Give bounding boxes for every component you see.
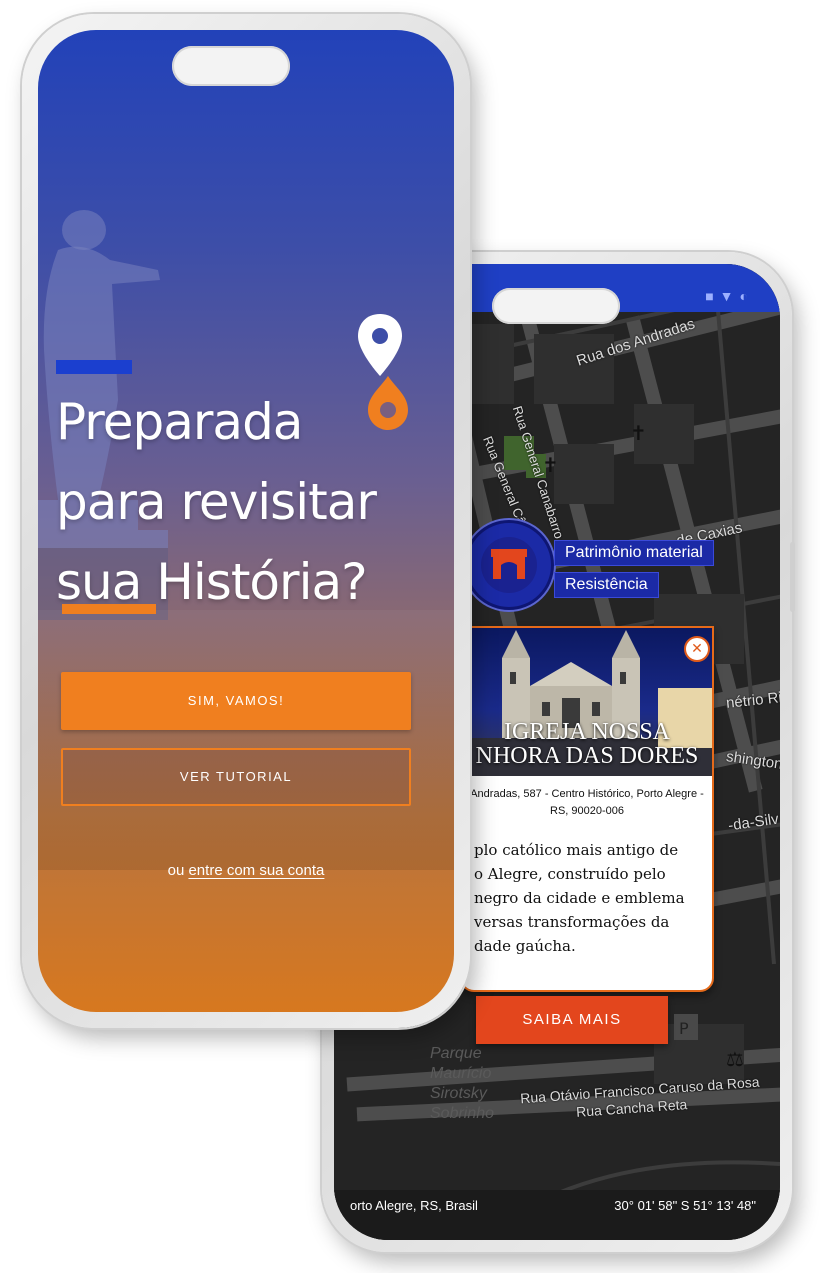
- place-description: plo católico mais antigo de o Alegre, co…: [474, 841, 685, 955]
- place-title: IGREJA NOSSA NHORA DAS DORES: [462, 720, 712, 768]
- park-label: Parque Maurício Sirotsky Sobrinho: [430, 1045, 495, 1122]
- headline: Preparada para revisitar sua História?: [56, 382, 446, 622]
- category-tag-heritage[interactable]: Patrimônio material: [554, 540, 714, 566]
- front-phone-notch: [172, 46, 290, 86]
- location-label: orto Alegre, RS, Brasil: [350, 1198, 478, 1213]
- place-title-line2: NHORA DAS DORES: [475, 743, 699, 769]
- login-prefix: ou: [167, 862, 189, 879]
- accent-bar-blue: [56, 360, 132, 374]
- coordinates-label: 30° 01' 58" S 51° 13' 48": [614, 1198, 756, 1213]
- close-icon[interactable]: ✕: [684, 636, 710, 662]
- heritage-marker[interactable]: [464, 520, 554, 610]
- location-bar: orto Alegre, RS, Brasil 30° 01' 58" S 51…: [334, 1190, 780, 1240]
- login-prompt: ou entre com sua conta: [38, 862, 454, 879]
- place-info-card: IGREJA NOSSA NHORA DAS DORES ✕ Andradas,…: [460, 626, 714, 992]
- marker-inner: [481, 537, 537, 593]
- place-address: Andradas, 587 - Centro Histórico, Porto …: [470, 788, 704, 817]
- accent-underline-orange: [62, 604, 156, 614]
- login-link[interactable]: entre com sua conta: [188, 862, 324, 879]
- photo-overlay: [38, 610, 454, 870]
- status-icons: ■▼◐: [705, 288, 754, 304]
- power-button: [790, 542, 795, 612]
- headline-word-historia: História?: [141, 553, 367, 611]
- tutorial-button[interactable]: VER TUTORIAL: [61, 748, 411, 806]
- back-phone-notch: [492, 288, 620, 324]
- arch-icon: [491, 549, 527, 579]
- headline-line1: Preparada: [56, 393, 303, 451]
- saiba-mais-button[interactable]: SAIBA MAIS: [476, 996, 668, 1044]
- onboarding-screen: Preparada para revisitar sua História? S…: [38, 30, 454, 1012]
- front-phone-frame: Preparada para revisitar sua História? S…: [22, 14, 470, 1028]
- place-title-line1: IGREJA NOSSA: [503, 719, 671, 745]
- start-button[interactable]: SIM, VAMOS!: [61, 672, 411, 730]
- category-tag-resistance[interactable]: Resistência: [554, 572, 659, 598]
- headline-line2: para revisitar: [56, 473, 377, 531]
- headline-word-sua: sua: [56, 553, 142, 611]
